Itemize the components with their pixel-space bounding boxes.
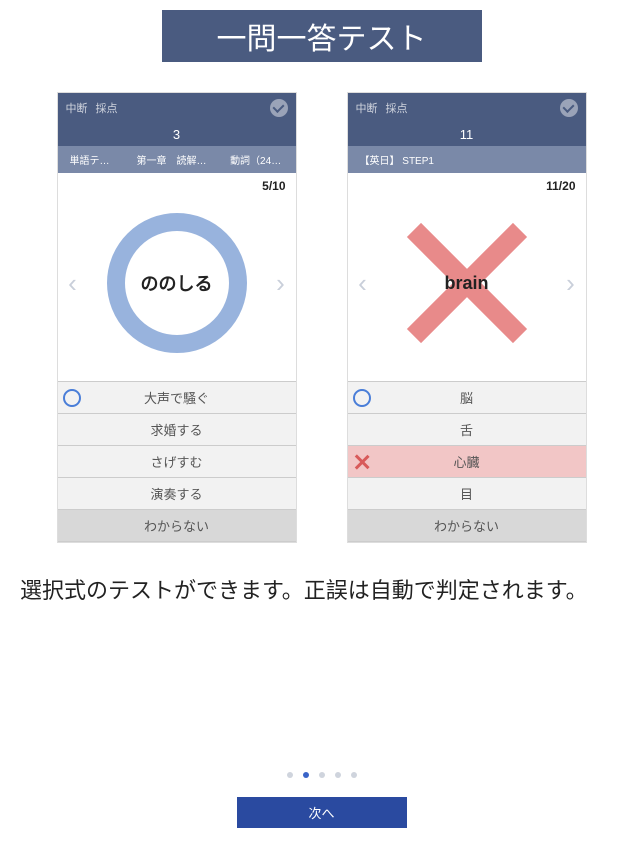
pager-dot[interactable]	[303, 772, 309, 778]
answer-option[interactable]: 舌	[348, 414, 586, 446]
question-word: brain	[444, 273, 488, 294]
page-title: 一問一答テスト	[162, 10, 482, 62]
answer-option[interactable]: 脳	[348, 382, 586, 414]
grade-button[interactable]: 採点	[96, 100, 118, 116]
card-area: ‹ ののしる ›	[58, 195, 296, 381]
suspend-button[interactable]: 中断	[66, 100, 88, 116]
answer-option[interactable]: 目	[348, 478, 586, 510]
crumb[interactable]: 動詞（24語）	[218, 146, 295, 173]
result-card: brain	[387, 203, 547, 363]
answer-option[interactable]: 求婚する	[58, 414, 296, 446]
toolbar: 中断 採点	[348, 93, 586, 123]
crumb[interactable]: 第一章 読解基...	[124, 146, 218, 173]
check-icon[interactable]	[560, 99, 578, 117]
phone-right: 中断 採点 11 【英日】 STEP1 11/20 ‹ brain › 脳	[347, 92, 587, 543]
answer-option[interactable]: 大声で騒ぐ	[58, 382, 296, 414]
crumb[interactable]: 【英日】 STEP1	[348, 146, 442, 173]
answer-label: 脳	[376, 388, 586, 407]
correct-mark-icon	[353, 389, 371, 407]
card-area: ‹ brain ›	[348, 195, 586, 381]
answer-list: 脳 舌 心臓 目 わからない	[348, 381, 586, 542]
question-word: ののしる	[141, 270, 213, 296]
check-icon[interactable]	[270, 99, 288, 117]
phone-left: 中断 採点 3 単語テスト 第一章 読解基... 動詞（24語） 5/10 ‹ …	[57, 92, 297, 543]
next-arrow-icon[interactable]: ›	[562, 268, 580, 298]
dont-know-option[interactable]: わからない	[58, 510, 296, 542]
progress: 11/20	[348, 173, 586, 195]
question-number: 11	[348, 123, 586, 146]
answer-option[interactable]: 演奏する	[58, 478, 296, 510]
answer-label: わからない	[376, 516, 586, 535]
answer-label: 舌	[376, 420, 586, 439]
answer-option[interactable]: さげすむ	[58, 446, 296, 478]
breadcrumb: 【英日】 STEP1	[348, 146, 586, 173]
crumb[interactable]: 単語テスト	[58, 146, 125, 173]
correct-mark-icon	[63, 389, 81, 407]
description-text: 選択式のテストができます。正誤は自動で判定されます。	[20, 573, 623, 608]
answer-option[interactable]: 心臓	[348, 446, 586, 478]
answer-label: 演奏する	[86, 484, 296, 503]
pager-dot[interactable]	[335, 772, 341, 778]
toolbar: 中断 採点	[58, 93, 296, 123]
answer-label: 求婚する	[86, 420, 296, 439]
suspend-button[interactable]: 中断	[356, 100, 378, 116]
answer-list: 大声で騒ぐ 求婚する さげすむ 演奏する わからない	[58, 381, 296, 542]
phone-row: 中断 採点 3 単語テスト 第一章 読解基... 動詞（24語） 5/10 ‹ …	[0, 92, 643, 543]
next-arrow-icon[interactable]: ›	[272, 268, 290, 298]
answer-label: 心臓	[376, 452, 586, 471]
prev-arrow-icon[interactable]: ‹	[354, 268, 372, 298]
answer-label: 目	[376, 484, 586, 503]
answer-label: 大声で騒ぐ	[86, 388, 296, 407]
next-button[interactable]: 次へ	[237, 797, 407, 828]
breadcrumb: 単語テスト 第一章 読解基... 動詞（24語）	[58, 146, 296, 173]
pager-dot[interactable]	[319, 772, 325, 778]
prev-arrow-icon[interactable]: ‹	[64, 268, 82, 298]
grade-button[interactable]: 採点	[386, 100, 408, 116]
pager-dot[interactable]	[351, 772, 357, 778]
wrong-mark-icon	[353, 453, 371, 471]
result-card: ののしる	[97, 203, 257, 363]
answer-label: さげすむ	[86, 452, 296, 471]
page-indicator	[0, 772, 643, 778]
pager-dot[interactable]	[287, 772, 293, 778]
answer-label: わからない	[86, 516, 296, 535]
progress: 5/10	[58, 173, 296, 195]
question-number: 3	[58, 123, 296, 146]
dont-know-option[interactable]: わからない	[348, 510, 586, 542]
